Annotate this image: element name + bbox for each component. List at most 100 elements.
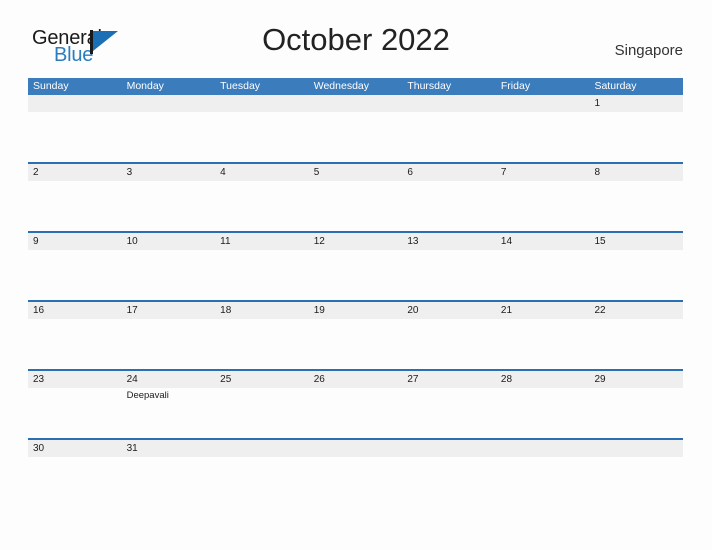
day-cell[interactable] (589, 457, 683, 481)
weekday-header-tuesday: Tuesday (220, 80, 261, 92)
day-cell[interactable] (122, 250, 216, 300)
week-event-band (28, 319, 683, 369)
day-cell[interactable] (215, 319, 309, 369)
week-event-band (28, 112, 683, 162)
day-cell[interactable] (309, 250, 403, 300)
day-number[interactable]: 17 (122, 302, 216, 319)
day-number[interactable]: 5 (309, 164, 403, 181)
day-number[interactable] (496, 440, 590, 457)
day-cell[interactable] (28, 457, 122, 481)
day-number[interactable] (122, 95, 216, 112)
day-number[interactable]: 8 (589, 164, 683, 181)
day-number[interactable]: 9 (28, 233, 122, 250)
day-number[interactable]: 30 (28, 440, 122, 457)
day-number[interactable]: 1 (589, 95, 683, 112)
day-number[interactable]: 20 (402, 302, 496, 319)
day-cell[interactable] (28, 388, 122, 438)
day-number[interactable] (309, 440, 403, 457)
week-date-band: 9 10 11 12 13 14 15 (28, 233, 683, 250)
week-event-band: Deepavali (28, 388, 683, 438)
calendar-week-row: 2 3 4 5 6 7 8 (28, 164, 683, 233)
day-number[interactable]: 4 (215, 164, 309, 181)
day-number[interactable]: 25 (215, 371, 309, 388)
day-number[interactable]: 23 (28, 371, 122, 388)
week-date-band: 2 3 4 5 6 7 8 (28, 164, 683, 181)
day-cell[interactable] (122, 112, 216, 162)
day-cell[interactable] (309, 388, 403, 438)
day-cell[interactable] (496, 457, 590, 481)
day-number[interactable]: 24 (122, 371, 216, 388)
day-number[interactable]: 11 (215, 233, 309, 250)
day-cell[interactable] (309, 457, 403, 481)
day-cell[interactable] (589, 388, 683, 438)
day-number[interactable]: 7 (496, 164, 590, 181)
day-number[interactable]: 12 (309, 233, 403, 250)
day-number[interactable]: 14 (496, 233, 590, 250)
day-number[interactable] (589, 440, 683, 457)
week-event-band (28, 250, 683, 300)
day-cell[interactable] (28, 181, 122, 231)
day-number[interactable]: 3 (122, 164, 216, 181)
day-cell[interactable] (28, 250, 122, 300)
day-cell[interactable] (496, 181, 590, 231)
day-cell[interactable] (496, 388, 590, 438)
day-number[interactable]: 19 (309, 302, 403, 319)
day-cell[interactable] (402, 250, 496, 300)
day-cell[interactable] (496, 250, 590, 300)
day-number[interactable] (402, 440, 496, 457)
day-cell[interactable] (402, 319, 496, 369)
day-number[interactable]: 28 (496, 371, 590, 388)
week-date-band: 23 24 25 26 27 28 29 (28, 371, 683, 388)
day-cell[interactable] (589, 181, 683, 231)
day-cell[interactable] (215, 457, 309, 481)
day-cell[interactable] (309, 112, 403, 162)
day-number[interactable]: 2 (28, 164, 122, 181)
day-cell[interactable] (589, 250, 683, 300)
day-cell[interactable] (402, 388, 496, 438)
day-number[interactable]: 15 (589, 233, 683, 250)
day-cell[interactable] (215, 181, 309, 231)
day-cell[interactable] (215, 112, 309, 162)
day-number[interactable]: 10 (122, 233, 216, 250)
day-cell[interactable] (402, 457, 496, 481)
day-event-label: Deepavali (126, 390, 169, 401)
day-number[interactable]: 18 (215, 302, 309, 319)
day-cell[interactable] (122, 319, 216, 369)
day-cell[interactable] (122, 457, 216, 481)
week-event-band (28, 181, 683, 231)
day-cell[interactable] (496, 319, 590, 369)
day-number[interactable] (309, 95, 403, 112)
day-cell[interactable]: Deepavali (122, 388, 216, 438)
calendar-week-row: 23 24 25 26 27 28 29 Deepavali (28, 371, 683, 440)
day-cell[interactable] (215, 388, 309, 438)
day-number[interactable]: 16 (28, 302, 122, 319)
day-cell[interactable] (309, 319, 403, 369)
day-cell[interactable] (28, 319, 122, 369)
weekday-header-sunday: Sunday (33, 80, 69, 92)
day-number[interactable]: 22 (589, 302, 683, 319)
week-date-band: 1 (28, 95, 683, 112)
weekday-header-row: Sunday Monday Tuesday Wednesday Thursday… (28, 78, 683, 95)
day-number[interactable] (215, 95, 309, 112)
day-cell[interactable] (309, 181, 403, 231)
day-number[interactable]: 29 (589, 371, 683, 388)
day-cell[interactable] (589, 319, 683, 369)
day-number[interactable] (402, 95, 496, 112)
day-cell[interactable] (215, 250, 309, 300)
day-cell[interactable] (589, 112, 683, 162)
day-cell[interactable] (28, 112, 122, 162)
day-number[interactable]: 6 (402, 164, 496, 181)
day-number[interactable]: 21 (496, 302, 590, 319)
day-cell[interactable] (122, 181, 216, 231)
day-cell[interactable] (402, 112, 496, 162)
day-number[interactable] (215, 440, 309, 457)
day-number[interactable]: 13 (402, 233, 496, 250)
calendar-week-row: 9 10 11 12 13 14 15 (28, 233, 683, 302)
day-number[interactable]: 27 (402, 371, 496, 388)
day-number[interactable]: 26 (309, 371, 403, 388)
day-cell[interactable] (402, 181, 496, 231)
day-number[interactable] (496, 95, 590, 112)
day-number[interactable]: 31 (122, 440, 216, 457)
day-cell[interactable] (496, 112, 590, 162)
day-number[interactable] (28, 95, 122, 112)
